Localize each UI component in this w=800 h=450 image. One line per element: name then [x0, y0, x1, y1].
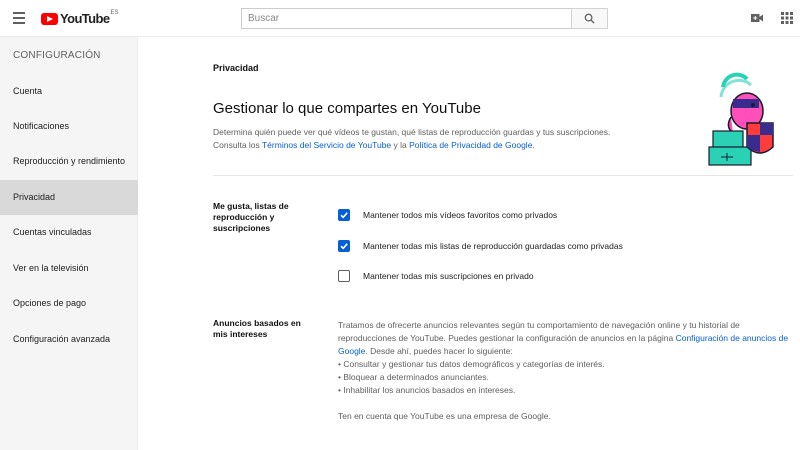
ads-description: Tratamos de ofrecerte anuncios relevante…	[338, 319, 798, 423]
sidebar-item-privacidad[interactable]: Privacidad	[0, 180, 138, 215]
sidebar-item-pago[interactable]: Opciones de pago	[0, 286, 138, 321]
search-icon	[584, 13, 595, 24]
ads-section-label: Anuncios basados en mis intereses	[213, 318, 301, 339]
video-camera-icon	[751, 14, 763, 22]
sidebar-item-reproduccion[interactable]: Reproducción y rendimiento	[0, 144, 138, 179]
page-title: Gestionar lo que compartes en YouTube	[213, 100, 481, 117]
top-bar: YouTube ES	[0, 0, 800, 37]
intro-line-1: Determina quién puede ver qué vídeos te …	[213, 127, 611, 137]
google-company-note: Ten en cuenta que YouTube es una empresa…	[338, 411, 551, 421]
ads-bullet: • Consultar y gestionar tus datos demogr…	[338, 359, 605, 369]
privacy-policy-link[interactable]: Política de Privacidad de Google	[409, 140, 532, 150]
checkbox-private-likes[interactable]	[338, 209, 350, 221]
option-label: Mantener todas mis suscripciones en priv…	[363, 271, 534, 281]
option-label: Mantener todos mis vídeos favoritos como…	[363, 210, 558, 220]
checkmark-icon	[340, 212, 348, 219]
privacy-settings-panel: Privacidad Gestionar lo que compartes en…	[138, 37, 800, 450]
intro-text: Determina quién puede ver qué vídeos te …	[213, 126, 683, 152]
search-button[interactable]	[571, 8, 608, 29]
apps-grid-icon	[781, 12, 793, 24]
create-video-button[interactable]	[750, 11, 764, 25]
sidebar-item-avanzada[interactable]: Configuración avanzada	[0, 322, 138, 357]
intro-suffix: .	[532, 140, 535, 150]
ads-suffix: . Desde ahí, puedes hacer lo siguiente:	[365, 346, 513, 356]
settings-sidebar: CONFIGURACIÓN Cuenta Notificaciones Repr…	[0, 37, 138, 450]
intro-prefix: Consulta los	[213, 140, 262, 150]
ads-bullet: • Inhabilitar los anuncios basados en in…	[338, 385, 516, 395]
sidebar-item-cuenta[interactable]: Cuenta	[0, 74, 138, 109]
apps-button[interactable]	[780, 11, 794, 25]
search-input[interactable]	[241, 8, 571, 29]
intro-mid: y la	[391, 140, 410, 150]
section-divider	[213, 175, 793, 176]
logo-region: ES	[110, 9, 119, 16]
sidebar-item-notificaciones[interactable]: Notificaciones	[0, 109, 138, 144]
sidebar-item-cuentas-vinculadas[interactable]: Cuentas vinculadas	[0, 215, 138, 250]
sidebar-item-television[interactable]: Ver en la televisión	[0, 251, 138, 286]
privacy-illustration	[708, 72, 774, 166]
breadcrumb: Privacidad	[213, 63, 259, 73]
youtube-logo[interactable]: YouTube ES	[41, 10, 119, 27]
terms-link[interactable]: Términos del Servicio de YouTube	[262, 140, 391, 150]
checkbox-private-playlists[interactable]	[338, 240, 350, 252]
checkbox-private-subscriptions[interactable]	[338, 270, 350, 282]
search-bar	[241, 8, 608, 29]
sidebar-title: CONFIGURACIÓN	[13, 50, 101, 61]
ads-paragraph: Tratamos de ofrecerte anuncios relevante…	[338, 319, 798, 358]
option-private-playlists: Mantener todas mis listas de reproducció…	[338, 239, 623, 253]
menu-icon[interactable]	[10, 9, 30, 27]
ads-bullet: • Bloquear a determinados anunciantes.	[338, 372, 489, 382]
likes-section-label: Me gusta, listas de reproducción y suscr…	[213, 201, 289, 233]
option-private-likes: Mantener todos mis vídeos favoritos como…	[338, 208, 557, 222]
intro-line-2: Consulta los Términos del Servicio de Yo…	[213, 139, 683, 152]
option-label: Mantener todas mis listas de reproducció…	[363, 241, 623, 251]
option-private-subscriptions: Mantener todas mis suscripciones en priv…	[338, 269, 534, 283]
logo-text: YouTube	[60, 11, 110, 26]
checkmark-icon	[340, 243, 348, 250]
youtube-play-icon	[41, 12, 58, 25]
